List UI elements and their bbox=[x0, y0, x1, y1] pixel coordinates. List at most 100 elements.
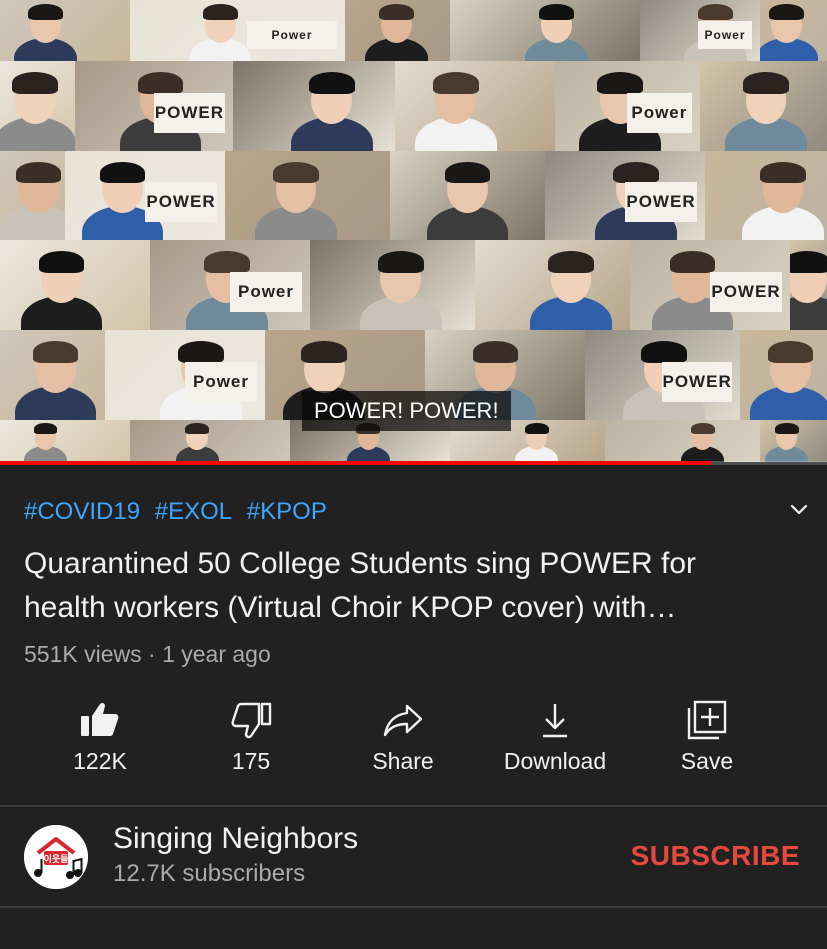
person-hair bbox=[613, 161, 659, 184]
choir-member-tile bbox=[450, 0, 640, 61]
choir-member-tile bbox=[790, 240, 827, 330]
power-sign: POWER bbox=[145, 182, 217, 223]
person-hair bbox=[669, 251, 716, 273]
share-icon bbox=[383, 704, 423, 737]
subscriber-count: 12.7K subscribers bbox=[113, 860, 306, 887]
video-title[interactable]: Quarantined 50 College Students sing POW… bbox=[24, 542, 784, 630]
choir-member-tile bbox=[760, 0, 827, 61]
choir-member-tile bbox=[0, 240, 150, 330]
person-hair bbox=[767, 341, 814, 363]
share-label: Share bbox=[372, 748, 434, 774]
choir-member-tile bbox=[705, 151, 827, 240]
person-hair bbox=[548, 251, 594, 273]
person-hair bbox=[444, 161, 491, 184]
like-button[interactable]: 122K bbox=[30, 692, 170, 788]
choir-member-tile bbox=[345, 0, 450, 61]
choir-member-tile bbox=[605, 420, 760, 462]
person-hair bbox=[185, 422, 210, 435]
choir-member-tile: POWER bbox=[585, 330, 740, 420]
choir-member-tile bbox=[395, 61, 555, 151]
choir-member-tile: Power bbox=[130, 0, 345, 61]
thumb-up-icon bbox=[81, 702, 119, 736]
person-hair bbox=[690, 422, 715, 435]
person-hair bbox=[379, 3, 414, 21]
power-sign: Power bbox=[626, 92, 692, 133]
save-playlist-icon bbox=[687, 700, 727, 740]
save-button[interactable]: Save bbox=[637, 692, 777, 788]
share-button[interactable]: Share bbox=[333, 692, 473, 788]
hashtag-link[interactable]: #KPOP bbox=[247, 498, 327, 525]
channel-name[interactable]: Singing Neighbors bbox=[113, 822, 358, 856]
hashtag-link[interactable]: #EXOL bbox=[155, 498, 232, 525]
choir-member-tile bbox=[310, 240, 475, 330]
hashtag-link[interactable]: #COVID19 bbox=[24, 498, 140, 525]
dislike-button[interactable]: 175 bbox=[181, 692, 321, 788]
video-caption: POWER! POWER! bbox=[302, 391, 511, 431]
person-hair bbox=[472, 341, 519, 363]
progress-bar[interactable] bbox=[0, 461, 827, 465]
person-hair bbox=[309, 72, 355, 94]
power-sign: Power bbox=[230, 271, 302, 312]
person-hair bbox=[273, 161, 319, 184]
subscribe-button[interactable]: SUBSCRIBE bbox=[620, 836, 800, 876]
person-hair bbox=[137, 72, 184, 94]
choir-member-tile bbox=[0, 420, 130, 462]
person-hair bbox=[790, 251, 827, 273]
svg-text:이웃들: 이웃들 bbox=[44, 853, 69, 865]
meta-separator: · bbox=[141, 641, 163, 667]
choir-member-tile bbox=[760, 420, 827, 462]
download-button[interactable]: Download bbox=[485, 692, 625, 788]
hashtag-list: #COVID19 #EXOL #KPOP bbox=[24, 498, 335, 526]
power-sign: Power bbox=[247, 21, 337, 49]
download-label: Download bbox=[503, 748, 607, 774]
choir-member-tile bbox=[0, 61, 75, 151]
channel-logo-icon: 이웃들 bbox=[24, 825, 88, 889]
person-hair bbox=[38, 251, 85, 273]
chevron-down-icon bbox=[790, 504, 808, 515]
choir-member-tile bbox=[475, 240, 630, 330]
progress-bar-fill bbox=[0, 461, 712, 465]
like-count: 122K bbox=[73, 748, 127, 774]
choir-member-tile bbox=[130, 420, 290, 462]
upload-age: 1 year ago bbox=[162, 641, 271, 667]
download-icon bbox=[543, 704, 567, 738]
person-hair bbox=[539, 3, 574, 21]
person-hair bbox=[202, 3, 238, 21]
person-hair bbox=[774, 422, 799, 435]
video-player[interactable]: Power Power POWER Power POWER POWER Power POWER… bbox=[0, 0, 827, 465]
person-hair bbox=[204, 251, 250, 273]
person-hair bbox=[15, 161, 62, 184]
person-hair bbox=[641, 341, 687, 363]
choir-member-tile bbox=[700, 61, 827, 151]
choir-member-tile bbox=[740, 330, 827, 420]
power-sign: Power bbox=[185, 361, 257, 402]
choir-member-tile bbox=[225, 151, 390, 240]
power-sign: POWER bbox=[710, 271, 782, 312]
person-hair bbox=[597, 72, 644, 94]
divider bbox=[0, 805, 827, 807]
choir-member-tile bbox=[233, 61, 395, 151]
person-hair bbox=[301, 341, 347, 363]
choir-member-tile: POWER bbox=[545, 151, 705, 240]
expand-description-button[interactable] bbox=[784, 495, 814, 525]
person-hair bbox=[178, 341, 224, 363]
power-sign: POWER bbox=[662, 361, 732, 402]
person-hair bbox=[524, 422, 549, 435]
choir-member-tile: Power bbox=[150, 240, 310, 330]
choir-member-tile: POWER bbox=[630, 240, 790, 330]
choir-member-tile: POWER bbox=[65, 151, 225, 240]
person-hair bbox=[32, 341, 79, 363]
person-hair bbox=[33, 422, 58, 435]
choir-member-tile: Power bbox=[640, 0, 760, 61]
person-hair bbox=[433, 72, 479, 94]
power-sign: Power bbox=[698, 21, 752, 49]
power-sign: POWER bbox=[153, 92, 225, 133]
choir-member-tile bbox=[0, 151, 65, 240]
choir-member-tile: Power bbox=[105, 330, 265, 420]
choir-member-tile: POWER bbox=[75, 61, 233, 151]
channel-avatar[interactable]: 이웃들 bbox=[24, 825, 88, 889]
thumb-down-icon bbox=[231, 702, 272, 739]
person-hair bbox=[377, 251, 424, 273]
person-hair bbox=[12, 72, 59, 94]
person-hair bbox=[760, 161, 806, 184]
